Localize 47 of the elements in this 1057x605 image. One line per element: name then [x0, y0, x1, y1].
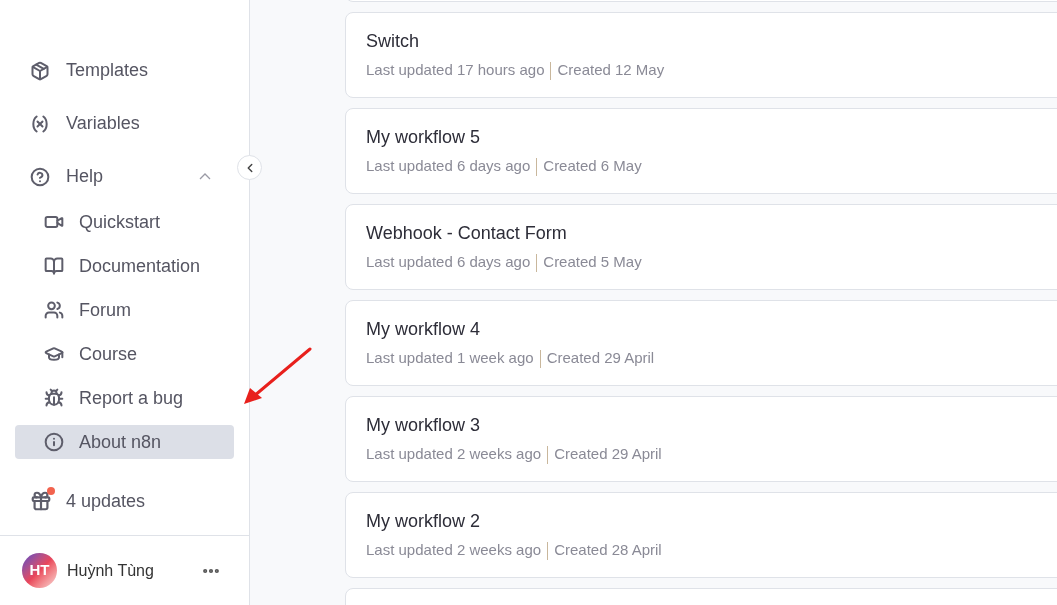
workflow-card[interactable]: Switch Last updated 17 hours ago Created 12 May — [345, 12, 1057, 98]
workflow-name: My workflow 2 — [366, 510, 482, 534]
workflow-card[interactable]: My workflow 3 Last updated 2 weeks ago Created 29 April — [345, 396, 1057, 482]
created-date: Created 12 May — [557, 60, 665, 81]
last-updated: Last updated 1 week ago — [366, 348, 534, 369]
workflow-name: My workflow 4 — [366, 318, 482, 342]
workflow-card[interactable]: Webhook - Contact Form Last updated 6 days ago Created 5 May — [345, 204, 1057, 290]
created-date: Created 6 May — [543, 156, 642, 177]
sidebar-subitem[interactable]: Forum — [15, 293, 234, 327]
workflow-card[interactable]: My workflow 2 Last updated 2 weeks ago Created 28 April — [345, 492, 1057, 578]
users-icon — [44, 300, 64, 320]
sidebar-item[interactable]: Variables — [16, 97, 233, 150]
help-icon — [30, 166, 50, 187]
book-icon — [44, 256, 64, 276]
sidebar-subitem[interactable]: Documentation — [15, 249, 234, 283]
graduation-cap-icon — [44, 344, 64, 364]
variable-icon — [30, 113, 50, 134]
bug-icon — [44, 388, 64, 408]
created-date: Created 5 May — [543, 252, 642, 273]
workflow-card[interactable]: My workflow 4 Last updated 1 week ago Created 29 April — [345, 300, 1057, 386]
sidebar-item[interactable]: Help — [16, 150, 233, 203]
last-updated: Last updated 2 weeks ago — [366, 444, 542, 465]
user-avatar: HT — [22, 553, 57, 588]
sidebar-subitem[interactable]: Course — [15, 337, 234, 371]
collapse-button[interactable] — [237, 155, 262, 180]
last-updated: Last updated 6 days ago — [366, 156, 531, 177]
box-icon — [30, 60, 50, 81]
sidebar-subitem[interactable]: Report a bug — [15, 381, 234, 415]
workflow-name: My workflow 5 — [366, 126, 482, 150]
workflow-name: Switch — [366, 30, 420, 54]
workflow-name: My workflow 3 — [366, 414, 482, 438]
sidebar-subitem[interactable]: Quickstart — [15, 205, 234, 239]
gift-icon — [30, 490, 52, 512]
info-icon — [44, 432, 64, 452]
created-date: Created 29 April — [546, 348, 655, 369]
sidebar-item[interactable]: Templates — [16, 44, 233, 97]
last-updated: Last updated 6 days ago — [366, 252, 531, 273]
created-date: Created 29 April — [554, 444, 662, 465]
last-updated: Last updated 2 weeks ago — [366, 540, 542, 561]
workflow-card[interactable]: My workflow 5 Last updated 6 days ago Created 6 May — [345, 108, 1057, 194]
user-name: Huỳnh Tùng — [67, 560, 155, 581]
chevron-up-icon — [199, 173, 211, 180]
updates-item[interactable]: 4 updates — [16, 481, 233, 521]
last-updated: Last updated 17 hours ago — [366, 60, 545, 81]
workflow-name: Webhook - Contact Form — [366, 222, 568, 246]
sidebar-subitem[interactable]: About n8n — [15, 425, 234, 459]
created-date: Created 28 April — [554, 540, 662, 561]
